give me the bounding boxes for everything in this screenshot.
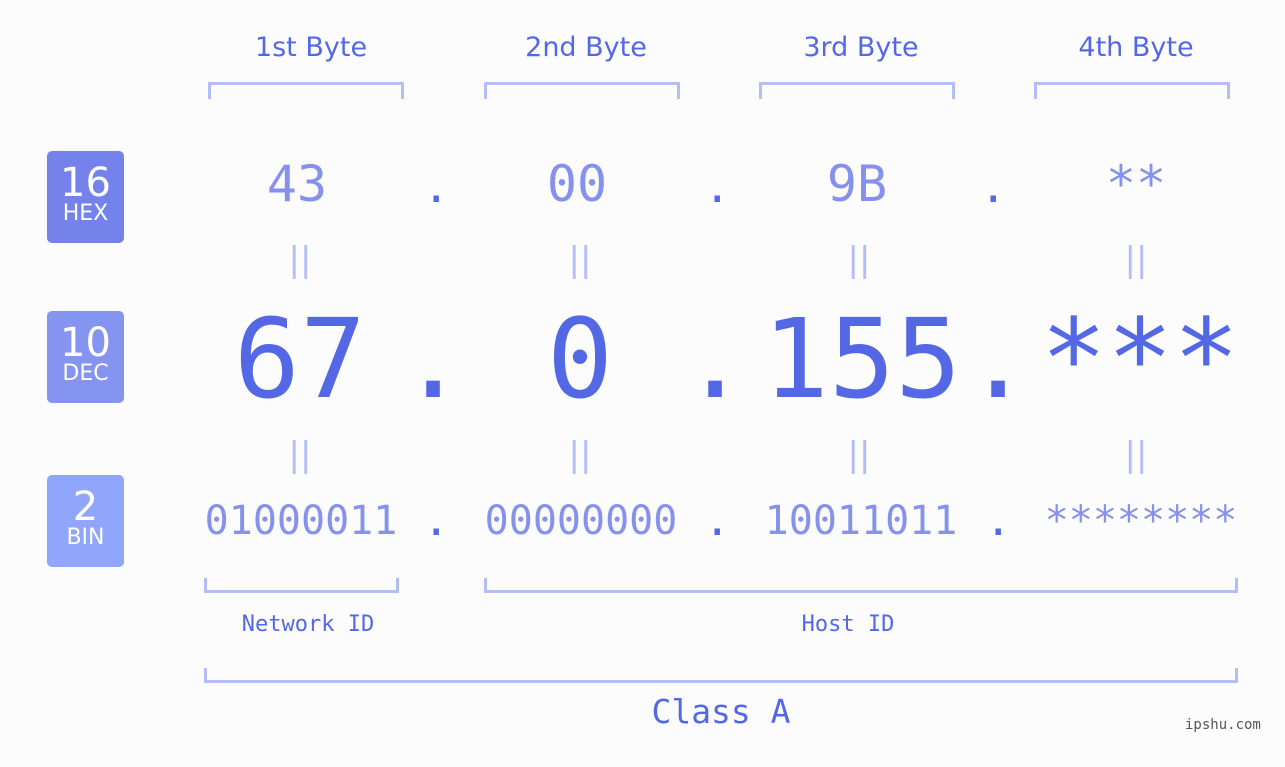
byte-header-4: 4th Byte bbox=[1078, 32, 1194, 63]
byte-bracket-4 bbox=[1034, 82, 1230, 99]
network-id-label: Network ID bbox=[241, 612, 375, 637]
byte-bracket-2 bbox=[484, 82, 680, 99]
equals-dec-bin-3: || bbox=[847, 435, 871, 475]
dec-byte-2: 0 bbox=[546, 295, 614, 423]
hex-byte-1: 43 bbox=[266, 155, 328, 213]
bin-byte-1: 01000011 bbox=[204, 498, 398, 544]
host-id-bracket bbox=[484, 578, 1238, 593]
hex-badge-label: HEX bbox=[62, 201, 109, 226]
byte-bracket-3 bbox=[759, 82, 955, 99]
bin-dot-1: . bbox=[423, 495, 450, 546]
bin-dot-2: . bbox=[704, 495, 731, 546]
dec-byte-1: 67 bbox=[233, 295, 367, 423]
dec-badge-number: 10 bbox=[60, 320, 111, 366]
equals-dec-bin-1: || bbox=[288, 435, 312, 475]
hex-badge: 16 HEX bbox=[47, 151, 124, 243]
class-label: Class A bbox=[651, 692, 791, 731]
equals-hex-dec-2: || bbox=[568, 240, 592, 280]
bin-badge-label: BIN bbox=[66, 525, 105, 550]
dec-dot-1: . bbox=[400, 295, 467, 423]
equals-dec-bin-4: || bbox=[1124, 435, 1148, 475]
byte-bracket-1 bbox=[208, 82, 404, 99]
hex-dot-3: . bbox=[980, 162, 1007, 213]
equals-hex-dec-4: || bbox=[1124, 240, 1148, 280]
equals-dec-bin-2: || bbox=[568, 435, 592, 475]
bin-byte-3: 10011011 bbox=[764, 498, 958, 544]
hex-dot-2: . bbox=[704, 162, 731, 213]
byte-header-3: 3rd Byte bbox=[803, 32, 919, 63]
dec-byte-3: 155 bbox=[762, 295, 962, 423]
byte-header-2: 2nd Byte bbox=[525, 32, 647, 63]
hex-badge-number: 16 bbox=[60, 160, 111, 206]
dec-byte-4: *** bbox=[1040, 295, 1240, 423]
byte-header-1: 1st Byte bbox=[254, 32, 368, 63]
equals-hex-dec-1: || bbox=[288, 240, 312, 280]
hex-byte-2: 00 bbox=[546, 155, 608, 213]
class-bracket bbox=[204, 668, 1238, 683]
watermark: ipshu.com bbox=[1185, 717, 1261, 733]
hex-byte-4: ** bbox=[1105, 155, 1167, 213]
dec-dot-3: . bbox=[965, 295, 1032, 423]
dec-badge-label: DEC bbox=[62, 361, 109, 386]
dec-badge: 10 DEC bbox=[47, 311, 124, 403]
network-id-bracket bbox=[204, 578, 399, 593]
bin-badge-number: 2 bbox=[72, 484, 99, 530]
bin-byte-4: ******** bbox=[1044, 498, 1238, 544]
bin-badge: 2 BIN bbox=[47, 475, 124, 567]
host-id-label: Host ID bbox=[801, 612, 895, 637]
equals-hex-dec-3: || bbox=[847, 240, 871, 280]
bin-dot-3: . bbox=[985, 495, 1012, 546]
bin-byte-2: 00000000 bbox=[484, 498, 678, 544]
hex-byte-3: 9B bbox=[826, 155, 888, 213]
dec-dot-2: . bbox=[682, 295, 749, 423]
hex-dot-1: . bbox=[423, 162, 450, 213]
